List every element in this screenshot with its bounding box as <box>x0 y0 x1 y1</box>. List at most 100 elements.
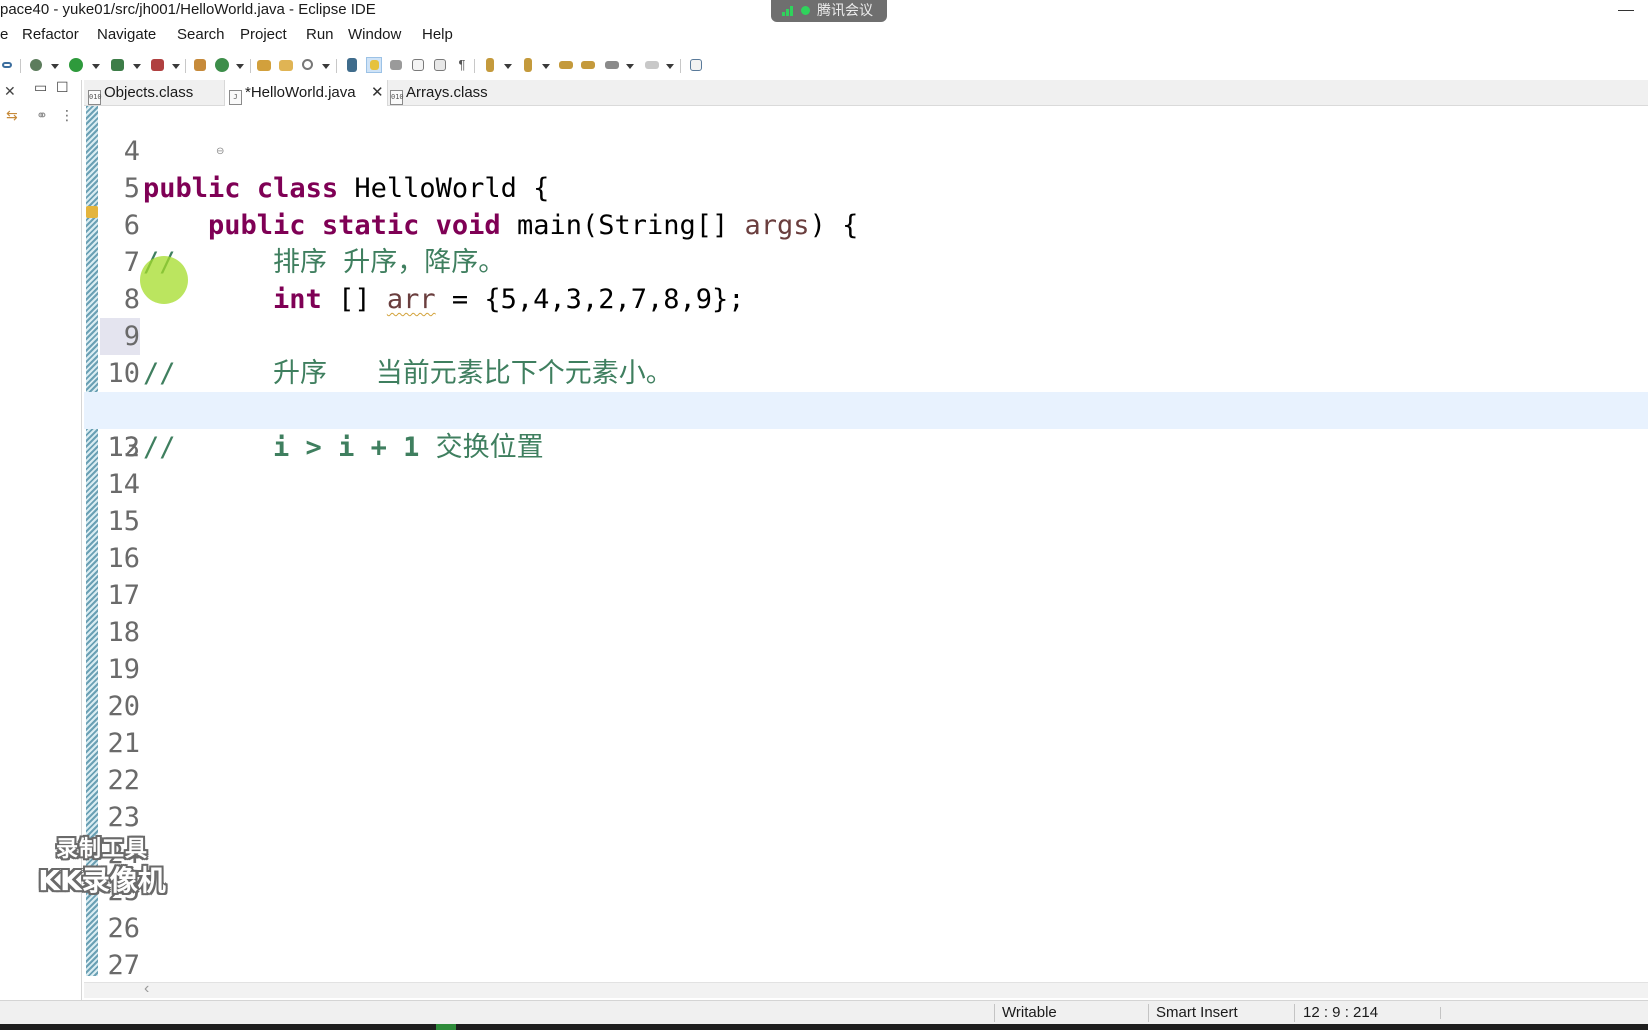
line-number: 23 <box>107 802 140 833</box>
writable-status: Writable <box>1002 1004 1057 1021</box>
code-line: 5 public static void main(String[] args)… <box>84 133 1648 241</box>
toolbar-separator <box>680 59 681 73</box>
link-with-editor-icon[interactable]: ⚭ <box>36 108 48 122</box>
minimize-view-icon[interactable]: ▭ <box>34 80 47 94</box>
show-source-icon[interactable] <box>432 57 448 73</box>
next-annotation-dropdown-icon[interactable] <box>504 64 512 69</box>
code-line: 8 <box>84 244 1648 315</box>
back-dropdown-icon[interactable] <box>626 64 634 69</box>
pin-editor-icon[interactable] <box>688 57 704 73</box>
menu-window[interactable]: Window <box>348 26 401 43</box>
signal-icon <box>782 6 796 16</box>
open-folder-icon[interactable] <box>278 57 294 73</box>
line-number: 27 <box>107 950 140 981</box>
debug-icon[interactable] <box>28 57 44 73</box>
new-class-dropdown-icon[interactable] <box>236 64 244 69</box>
toolbar-separator <box>336 59 337 73</box>
maximize-view-icon[interactable]: ☐ <box>56 80 69 94</box>
line-number: 20 <box>107 691 140 722</box>
new-package-icon[interactable] <box>192 57 208 73</box>
status-separator <box>1294 1004 1295 1022</box>
code-line: 19 <box>84 651 1648 688</box>
annotation-icon[interactable] <box>344 57 360 73</box>
menu-help[interactable]: Help <box>422 26 453 43</box>
scroll-left-icon[interactable]: ‹ <box>144 980 149 998</box>
back-icon[interactable] <box>604 57 620 73</box>
code-line: 21 <box>84 725 1648 762</box>
code-line: 24 <box>84 836 1648 873</box>
mouse-cursor-highlight <box>140 256 188 304</box>
class-file-icon: 010 <box>390 90 404 105</box>
status-separator <box>1148 1004 1149 1022</box>
line-number: 21 <box>107 728 140 759</box>
code-line: 26 <box>84 910 1648 947</box>
previous-annotation-icon[interactable] <box>520 57 536 73</box>
view-menu-icon[interactable]: ⋮ <box>60 108 74 122</box>
debug-dropdown-icon[interactable] <box>51 64 59 69</box>
link-icon[interactable] <box>0 57 16 73</box>
search-icon[interactable] <box>300 57 316 73</box>
search-dropdown-icon[interactable] <box>322 64 330 69</box>
run-dropdown-icon[interactable] <box>92 64 100 69</box>
code-line: 25 <box>84 873 1648 910</box>
close-tab-icon[interactable]: ✕ <box>371 80 384 106</box>
menu-project[interactable]: Project <box>240 26 287 43</box>
tab-objects-class[interactable]: 010 Objects.class <box>88 80 193 106</box>
block-selection-icon[interactable] <box>388 57 404 73</box>
collapse-all-icon[interactable]: ⇆ <box>6 108 18 122</box>
line-number: 14 <box>107 469 140 500</box>
window-title: pace40 - yuke01/src/jh001/HelloWorld.jav… <box>0 1 376 18</box>
menu-navigate[interactable]: Navigate <box>97 26 156 43</box>
fold-collapse-icon[interactable]: ⊖ <box>216 146 224 157</box>
menu-run[interactable]: Run <box>306 26 334 43</box>
menu-file[interactable]: e <box>0 26 8 43</box>
code-line: 7 int [] arr = {5,4,3,2,7,8,9}; <box>84 207 1648 315</box>
minimize-button[interactable] <box>1588 0 1648 22</box>
next-annotation-icon[interactable] <box>482 57 498 73</box>
forward-dropdown-icon[interactable] <box>666 64 674 69</box>
meeting-badge-label: 腾讯会议 <box>817 2 873 18</box>
code-line: 10 // 每次比较两个元素（相邻元素。i -- i+1） <box>84 318 1648 426</box>
code-line: 22 <box>84 762 1648 799</box>
open-type-icon[interactable] <box>256 57 272 73</box>
minimize-icon <box>1618 10 1634 11</box>
forward-edit-icon[interactable] <box>580 57 596 73</box>
status-bar: Writable Smart Insert 12 : 9 : 214 <box>0 1000 1648 1024</box>
menu-refactor[interactable]: Refactor <box>22 26 79 43</box>
tab-arrays-class[interactable]: 010 Arrays.class <box>390 80 488 106</box>
line-number: 15 <box>107 506 140 537</box>
code-line: 14 <box>84 466 1648 503</box>
watermark-line2: KK录像机 <box>38 864 166 897</box>
forward-icon[interactable] <box>644 57 660 73</box>
code-line: 18 <box>84 614 1648 651</box>
close-icon[interactable]: ✕ <box>4 84 16 98</box>
horizontal-scrollbar[interactable]: ‹ <box>84 980 1648 998</box>
coverage-dropdown-icon[interactable] <box>133 64 141 69</box>
word-wrap-icon[interactable] <box>410 57 426 73</box>
run-icon[interactable] <box>68 57 84 73</box>
mark-occurrences-icon[interactable] <box>366 57 382 73</box>
code-line: 27 <box>84 947 1648 982</box>
coverage-icon[interactable] <box>110 57 126 73</box>
menu-search[interactable]: Search <box>177 26 225 43</box>
external-tools-icon[interactable] <box>150 57 166 73</box>
toolbar-separator <box>20 59 21 73</box>
toolbar-separator <box>474 59 475 73</box>
line-number: 13 <box>107 432 140 463</box>
code-editor[interactable]: 4 public class HelloWorld { 5 public sta… <box>84 106 1648 982</box>
show-whitespace-icon[interactable]: ¶ <box>454 57 470 73</box>
title-bar: pace40 - yuke01/src/jh001/HelloWorld.jav… <box>0 0 1648 22</box>
last-edit-icon[interactable] <box>558 57 574 73</box>
code-line: 6 // 排序 升序，降序。 <box>84 170 1648 278</box>
new-class-icon[interactable] <box>214 57 230 73</box>
watermark-line1: 录制工具 <box>55 837 148 862</box>
code-line: 17 <box>84 577 1648 614</box>
line-number: 19 <box>107 654 140 685</box>
meeting-badge[interactable]: 腾讯会议 <box>771 0 887 22</box>
tab-label: Arrays.class <box>406 84 488 101</box>
external-tools-dropdown-icon[interactable] <box>172 64 180 69</box>
line-number: 18 <box>107 617 140 648</box>
editor-tab-bar: 010 Objects.class J *HelloWorld.java ✕ 010… <box>84 80 1648 106</box>
tab-helloworld-java[interactable]: J *HelloWorld.java ✕ <box>224 80 388 106</box>
previous-annotation-dropdown-icon[interactable] <box>542 64 550 69</box>
